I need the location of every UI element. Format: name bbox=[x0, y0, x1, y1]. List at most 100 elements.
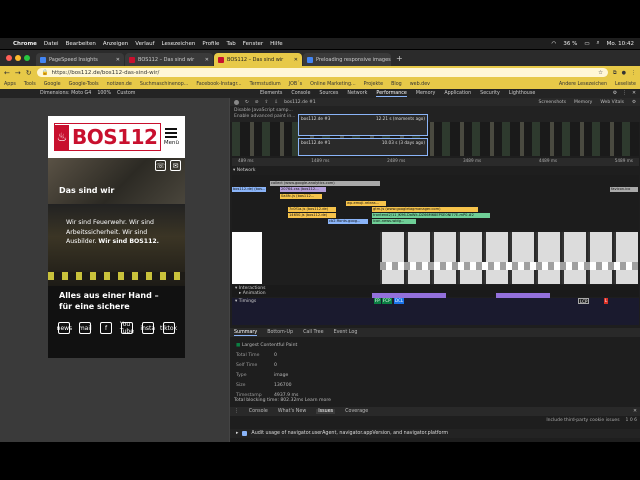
tab-sources[interactable]: Sources bbox=[319, 91, 338, 97]
clock[interactable]: Mo. 10:42 bbox=[607, 41, 634, 47]
search-icon[interactable]: ⌕ bbox=[597, 40, 600, 47]
facebook-icon[interactable]: f bbox=[100, 322, 113, 334]
network-request[interactable]: icon-news-widg... bbox=[372, 219, 416, 224]
menubar-item-fenster[interactable]: Fenster bbox=[243, 41, 263, 47]
bookmark-reading-list[interactable]: Leseliste bbox=[615, 82, 636, 87]
gear-icon[interactable]: ⚙ bbox=[632, 100, 636, 105]
bookmark-star-icon[interactable]: ☆ bbox=[598, 70, 603, 76]
reload-record-icon[interactable]: ↻ bbox=[245, 100, 249, 105]
network-request[interactable]: gtm.js (www.googletagmanager.com) bbox=[372, 207, 478, 212]
close-icon[interactable]: ✕ bbox=[632, 91, 636, 96]
reload-icon[interactable]: ↻ bbox=[26, 69, 32, 77]
phone-icon[interactable]: ☏ bbox=[155, 160, 166, 171]
tab-lighthouse[interactable]: Lighthouse bbox=[509, 91, 535, 97]
timing-fp[interactable]: FP bbox=[374, 298, 381, 304]
menubar-item-lesezeichen[interactable]: Lesezeichen bbox=[162, 41, 196, 47]
menubar-app-name[interactable]: Chrome bbox=[13, 41, 37, 47]
drawer-tab-whats-new[interactable]: What's New bbox=[278, 409, 306, 414]
device-dimensions-select[interactable]: Dimensions: Moto G4 bbox=[40, 91, 91, 96]
more-menu-icon[interactable]: ⋮ bbox=[631, 70, 636, 76]
learn-more-link[interactable]: Learn more bbox=[305, 398, 331, 403]
network-request[interactable]: wp-emoji-releas... bbox=[346, 201, 386, 206]
bookmark-termstudium[interactable]: Termstudium bbox=[250, 82, 281, 87]
forward-icon[interactable]: → bbox=[15, 69, 21, 77]
menubar-item-datei[interactable]: Datei bbox=[44, 41, 59, 47]
record-icon[interactable] bbox=[234, 99, 239, 105]
timing-dcl[interactable]: DCL bbox=[394, 298, 405, 304]
close-icon[interactable]: ✕ bbox=[633, 409, 640, 414]
menubar-item-hilfe[interactable]: Hilfe bbox=[270, 41, 283, 47]
menubar-item-bearbeiten[interactable]: Bearbeiten bbox=[66, 41, 96, 47]
expand-icon[interactable]: ▸ bbox=[236, 431, 238, 436]
tab-performance[interactable]: Performance bbox=[376, 91, 407, 97]
back-icon[interactable]: ← bbox=[4, 69, 10, 77]
bookmark-webdev[interactable]: web.dev bbox=[410, 82, 430, 87]
bookmark-google-tools[interactable]: Google-Tools bbox=[69, 82, 99, 87]
menu-button[interactable]: Menü bbox=[164, 128, 179, 146]
third-party-checkbox[interactable]: Include third-party cookie issues bbox=[546, 418, 619, 423]
tab-console[interactable]: Console bbox=[291, 91, 310, 97]
new-tab-icon[interactable]: + bbox=[396, 54, 403, 63]
bookmark-blog[interactable]: Blog bbox=[391, 82, 402, 87]
menubar-item-tab[interactable]: Tab bbox=[226, 41, 235, 47]
network-track-label[interactable]: ▾ Network bbox=[233, 168, 256, 173]
timing-fcp[interactable]: FCP bbox=[382, 298, 392, 304]
menubar-item-profile[interactable]: Profile bbox=[202, 41, 219, 47]
battery-icon[interactable]: ▭ bbox=[584, 41, 589, 47]
close-tab-icon[interactable]: ✕ bbox=[205, 57, 209, 63]
bos112-logo[interactable]: ♨ BOS112 bbox=[54, 123, 162, 151]
browser-tab-bos112-active[interactable]: BOS112 – Das sind wir ✕ bbox=[214, 53, 302, 66]
tab-call-tree[interactable]: Call Tree bbox=[303, 330, 323, 335]
menubar-item-verlauf[interactable]: Verlauf bbox=[135, 41, 154, 47]
tab-memory[interactable]: Memory bbox=[416, 91, 436, 97]
tab-bottom-up[interactable]: Bottom-Up bbox=[267, 330, 293, 335]
tab-application[interactable]: Application bbox=[444, 91, 471, 97]
bookmark-facebook[interactable]: Facebook-Instagr... bbox=[196, 82, 241, 87]
bookmark-projekte[interactable]: Projekte bbox=[364, 82, 384, 87]
screenshots-checkbox[interactable]: Screenshots bbox=[539, 100, 567, 105]
throttle-select[interactable]: Custom bbox=[117, 91, 135, 96]
drawer-tab-coverage[interactable]: Coverage bbox=[345, 409, 368, 414]
bookmark-tools[interactable]: Tools bbox=[24, 82, 36, 87]
wifi-icon[interactable]: ◠ bbox=[552, 41, 557, 47]
network-request[interactable]: favicon.ico bbox=[610, 187, 638, 192]
clear-icon[interactable]: ⊘ bbox=[255, 100, 259, 105]
tab-security[interactable]: Security bbox=[480, 91, 500, 97]
advanced-paint-checkbox[interactable]: Enable advanced paint in... bbox=[234, 114, 636, 120]
bookmark-online-marketing[interactable]: Online Marketing... bbox=[310, 82, 355, 87]
recording-popup-3[interactable]: bos112.de #3 12.21 s (moments ago) bbox=[298, 114, 428, 136]
browser-tab-bos112-1[interactable]: BOS112 – Das sind wir ✕ bbox=[125, 53, 213, 66]
network-request[interactable]: cb2.ffonts.goog... bbox=[328, 219, 368, 224]
drawer-tab-issues[interactable]: Issues bbox=[316, 409, 336, 414]
drawer-tab-console[interactable]: Console bbox=[249, 409, 268, 414]
timing-load[interactable]: L bbox=[604, 298, 609, 304]
news-icon[interactable]: news bbox=[57, 322, 72, 334]
bookmark-notizen[interactable]: notizen.de bbox=[107, 82, 132, 87]
timing-lcp[interactable]: LCP bbox=[578, 298, 590, 304]
close-tab-icon[interactable]: ✕ bbox=[116, 57, 120, 63]
recording-select[interactable]: bos112.de #1 bbox=[284, 100, 316, 105]
zoom-window-button[interactable] bbox=[24, 55, 30, 61]
bookmark-seo[interactable]: Suchmaschinenop... bbox=[140, 82, 188, 87]
network-request[interactable]: bos112.de/ (bos... bbox=[232, 187, 266, 192]
more-icon[interactable]: ⋮ bbox=[622, 91, 627, 96]
menubar-item-anzeigen[interactable]: Anzeigen bbox=[103, 41, 128, 47]
browser-tab-preloading[interactable]: Preloading responsive images ✕ bbox=[303, 53, 391, 66]
mail-icon[interactable]: ✉ bbox=[170, 160, 181, 171]
mail-icon[interactable]: mail bbox=[79, 322, 92, 334]
omnibox-url[interactable]: https://bos112.de/bos112-das-sind-wir/ bbox=[51, 70, 159, 76]
tiktok-icon[interactable]: tiktok bbox=[160, 322, 177, 334]
gear-icon[interactable]: ⚙ bbox=[613, 91, 617, 96]
memory-checkbox[interactable]: Memory bbox=[574, 100, 592, 105]
bookmark-jobs[interactable]: JOB´s bbox=[289, 82, 302, 87]
tab-summary[interactable]: Summary bbox=[234, 330, 258, 336]
issue-row[interactable]: ▸ Audit usage of navigator.userAgent, na… bbox=[230, 429, 640, 438]
close-window-button[interactable] bbox=[6, 55, 12, 61]
download-icon[interactable]: ⇩ bbox=[274, 100, 278, 105]
battery-percent[interactable]: 36 % bbox=[563, 41, 577, 47]
zoom-select[interactable]: 100% bbox=[97, 91, 111, 96]
extensions-icon[interactable]: ⧉ bbox=[613, 70, 617, 76]
network-request[interactable]: 0a4fc.js (bos112... bbox=[280, 194, 322, 199]
tab-event-log[interactable]: Event Log bbox=[334, 330, 358, 335]
close-tab-icon[interactable]: ✕ bbox=[294, 57, 298, 63]
